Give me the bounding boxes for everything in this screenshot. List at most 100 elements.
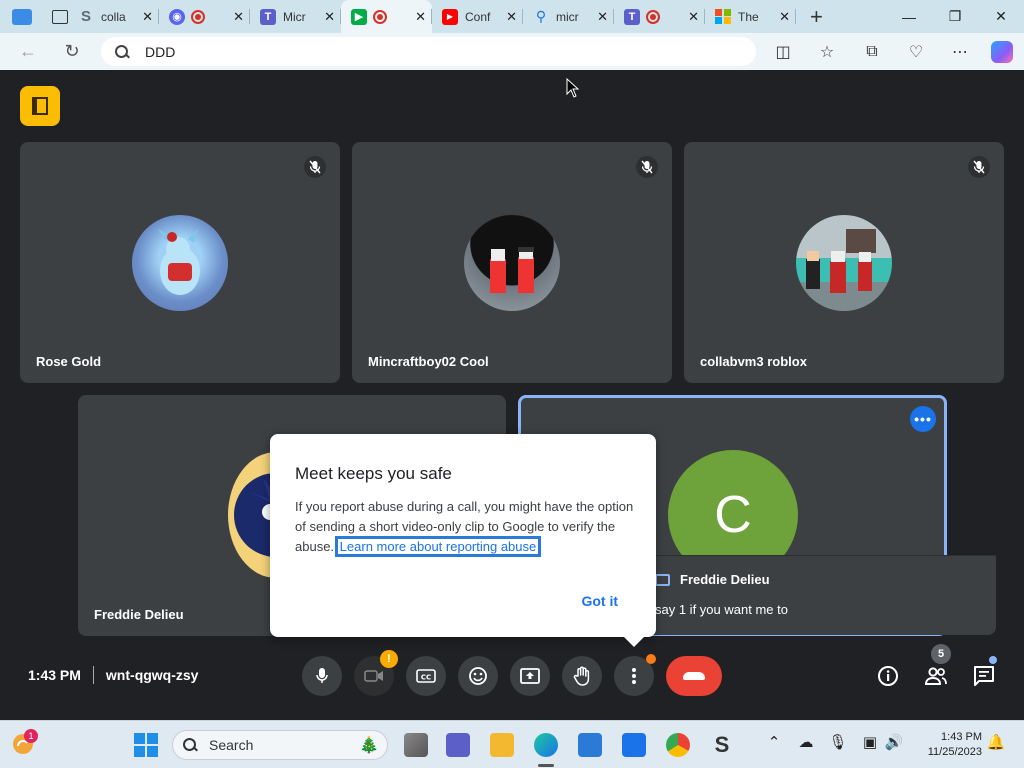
participant-name: collabvm3 roblox	[700, 354, 807, 369]
teams-icon[interactable]	[446, 733, 470, 757]
search-icon: ⚲	[535, 8, 547, 24]
meeting-details-button[interactable]	[872, 660, 904, 692]
recording-icon	[191, 9, 205, 24]
close-tab-icon[interactable]: ✕	[597, 9, 608, 25]
close-tab-icon[interactable]: ✕	[233, 9, 244, 25]
more-options-icon[interactable]: ⋯	[945, 36, 975, 67]
taskbar-search[interactable]: Search 🎄	[172, 730, 388, 760]
edge-icon[interactable]	[534, 733, 558, 757]
minimize-icon[interactable]: —	[886, 0, 932, 33]
chat-message: say 1 if you want me to	[655, 602, 788, 617]
taskbar-clock[interactable]: 1:43 PM 11/25/2023	[910, 730, 982, 760]
start-windows-icon[interactable]	[134, 733, 158, 757]
window-menu-icon[interactable]	[12, 8, 32, 25]
tab-teams-2[interactable]: T ✕	[614, 0, 705, 33]
chat-sender: Freddie Delieu	[680, 572, 770, 587]
close-tab-icon[interactable]: ✕	[142, 9, 153, 25]
camera-button[interactable]: !	[354, 650, 398, 696]
participant-tile[interactable]: Rose Gold	[20, 142, 340, 383]
close-tab-icon[interactable]: ✕	[688, 9, 699, 25]
participant-tile[interactable]: Mincraftboy02 Cool	[352, 142, 672, 383]
close-tab-icon[interactable]: ✕	[324, 9, 335, 25]
split-screen-icon[interactable]: ◫	[768, 36, 798, 67]
close-window-icon[interactable]: ✕	[978, 0, 1024, 33]
people-icon	[924, 667, 947, 685]
participant-name: Mincraftboy02 Cool	[368, 354, 489, 369]
camera-warning-badge: !	[380, 650, 398, 668]
mic-muted-icon	[968, 156, 990, 178]
microphone-button[interactable]	[302, 656, 342, 696]
chrome-icon[interactable]	[666, 733, 690, 757]
leave-call-button[interactable]	[666, 656, 722, 696]
discord-icon: ◉	[169, 8, 185, 25]
refresh-icon[interactable]: ↻	[57, 36, 87, 66]
s-favicon-icon: S	[80, 8, 91, 25]
people-button[interactable]	[920, 660, 952, 692]
tab-collabvm[interactable]: S colla ✕	[68, 0, 159, 33]
present-button[interactable]	[510, 656, 550, 696]
back-arrow-icon[interactable]: ←	[13, 36, 43, 66]
dialog-title: Meet keeps you safe	[295, 464, 452, 483]
restore-icon[interactable]: ❐	[932, 0, 978, 33]
tab-teams[interactable]: T Micr ✕	[250, 0, 341, 33]
chat-message-preview[interactable]: Freddie Delieu say 1 if you want me to	[635, 556, 996, 635]
camera-icon	[364, 670, 383, 682]
collections-icon[interactable]: ⧉	[857, 36, 887, 67]
notification-bell-icon[interactable]: 🔔	[986, 733, 1006, 751]
chat-icon	[974, 666, 994, 686]
volume-icon[interactable]: 🔊	[884, 733, 904, 751]
microphone-icon	[316, 668, 328, 683]
more-options-button[interactable]	[614, 654, 656, 696]
raise-hand-button[interactable]	[562, 656, 602, 696]
tab-actions-icon[interactable]	[52, 9, 68, 24]
participant-avatar	[464, 215, 560, 311]
microphone-tray-icon[interactable]: 🎙	[828, 733, 848, 751]
tab-title: colla	[101, 9, 126, 24]
more-options-icon[interactable]: •••	[910, 406, 936, 432]
chat-unread-dot	[989, 656, 997, 664]
meeting-door-icon[interactable]	[20, 86, 60, 126]
chat-button[interactable]	[968, 660, 1000, 692]
tab-meet[interactable]: ▶ ✕	[341, 0, 432, 33]
favorites-star-icon[interactable]: ☆	[812, 36, 842, 67]
dialog-body: If you report abuse during a call, you m…	[295, 497, 635, 557]
microsoft-store-icon[interactable]	[578, 733, 602, 757]
network-icon[interactable]: ▣	[860, 733, 880, 751]
search-icon	[115, 44, 129, 59]
captions-button[interactable]: CC	[406, 656, 446, 696]
file-explorer-icon[interactable]	[490, 733, 514, 757]
new-tab-icon[interactable]: +	[810, 5, 823, 28]
close-tab-icon[interactable]: ✕	[779, 9, 790, 25]
browser-essentials-icon[interactable]: ♡	[901, 36, 931, 67]
mouse-cursor-icon	[566, 78, 580, 98]
participant-name: Freddie Delieu	[94, 607, 184, 622]
copilot-icon[interactable]	[987, 36, 1017, 67]
divider	[92, 666, 94, 684]
show-hidden-icons-chevron-icon[interactable]: ⌃	[764, 733, 784, 751]
search-label: Search	[209, 737, 254, 753]
tab-title: micr	[556, 9, 579, 24]
task-view-icon[interactable]	[404, 733, 428, 757]
tab-search[interactable]: ⚲ micr ✕	[523, 0, 614, 33]
participant-tile[interactable]: collabvm3 roblox	[684, 142, 1004, 383]
close-tab-icon[interactable]: ✕	[506, 9, 517, 25]
reactions-button[interactable]	[458, 656, 498, 696]
tab-microsoft[interactable]: The ✕	[705, 0, 796, 33]
mail-icon[interactable]	[622, 733, 646, 757]
onedrive-cloud-icon[interactable]: ☁	[796, 733, 816, 751]
s-app-icon[interactable]: S	[710, 733, 734, 757]
tab-youtube[interactable]: ▶ Conf ✕	[432, 0, 523, 33]
learn-more-link[interactable]: Learn more about reporting abuse	[334, 536, 542, 557]
search-highlight-icon: 🎄	[359, 737, 379, 754]
recording-icon	[646, 9, 660, 24]
meet-stage: Rose Gold Mincraftboy02 Cool collabvm3 r…	[4, 70, 1020, 718]
tab-discord[interactable]: ◉ ✕	[159, 0, 250, 33]
got-it-button[interactable]: Got it	[581, 593, 618, 609]
close-tab-icon[interactable]: ✕	[415, 9, 426, 25]
participant-avatar	[796, 215, 892, 311]
address-bar[interactable]: DDD	[101, 37, 756, 66]
meeting-code[interactable]: wnt-qgwq-zsy	[106, 667, 199, 683]
present-screen-icon	[520, 668, 540, 684]
meeting-info: 1:43 PM wnt-qgwq-zsy	[28, 666, 198, 684]
meet-icon: ▶	[351, 8, 367, 25]
